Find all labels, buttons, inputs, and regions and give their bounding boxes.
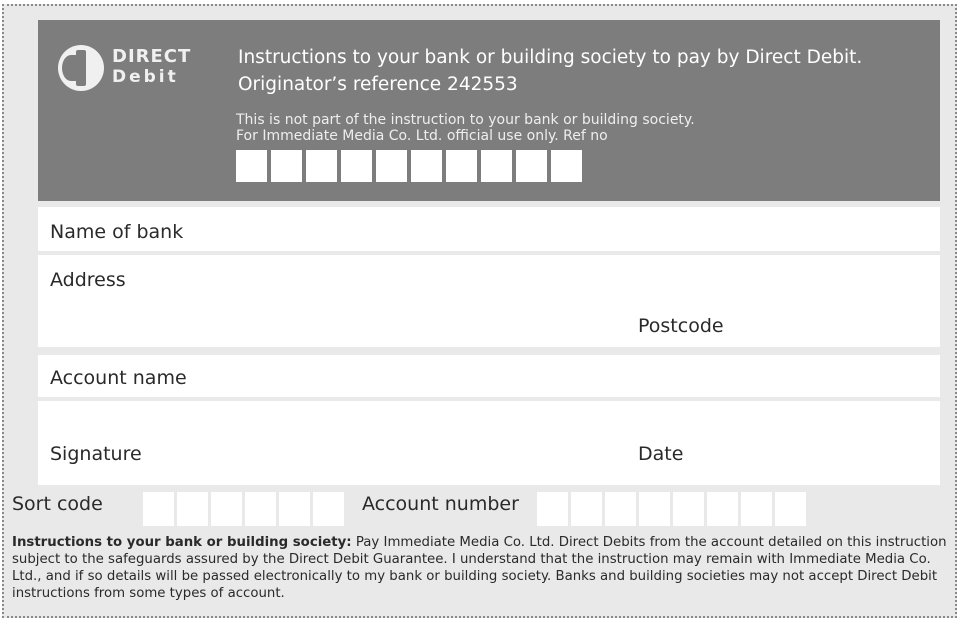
- sort-code-digit-box[interactable]: [143, 492, 174, 526]
- official-use-note-line1: This is not part of the instruction to y…: [236, 112, 695, 128]
- direct-debit-logo: DIRECT Debit: [58, 45, 218, 95]
- ref-no-digit-box[interactable]: [481, 150, 512, 182]
- sort-code-label: Sort code: [12, 493, 103, 515]
- account-name-label: Account name: [50, 367, 187, 389]
- name-of-bank-label: Name of bank: [50, 221, 184, 243]
- official-use-note-line2: For Immediate Media Co. Ltd. official us…: [236, 128, 608, 144]
- direct-debit-form: DIRECT Debit Instructions to your bank o…: [2, 4, 957, 618]
- bank-instructions-heading: Instructions to your bank or building so…: [12, 535, 352, 550]
- direct-debit-logo-icon: [58, 45, 104, 91]
- form-title-line1: Instructions to your bank or building so…: [238, 47, 863, 68]
- logo-line2: Debit: [112, 67, 179, 87]
- account-number-label: Account number: [362, 493, 519, 515]
- date-label: Date: [638, 443, 684, 465]
- account-number-digit-box[interactable]: [741, 492, 772, 526]
- ref-no-digit-box[interactable]: [376, 150, 407, 182]
- sort-code-digit-box[interactable]: [177, 492, 208, 526]
- sort-code-boxes[interactable]: [143, 492, 344, 526]
- ref-no-digit-box[interactable]: [271, 150, 302, 182]
- account-name-field[interactable]: Account name: [38, 355, 940, 397]
- ref-no-digit-box[interactable]: [411, 150, 442, 182]
- name-of-bank-field[interactable]: Name of bank: [38, 207, 940, 251]
- postcode-label: Postcode: [638, 315, 724, 337]
- sort-code-digit-box[interactable]: [313, 492, 344, 526]
- sort-code-digit-box[interactable]: [279, 492, 310, 526]
- logo-line1: DIRECT: [112, 46, 192, 67]
- account-number-digit-box[interactable]: [707, 492, 738, 526]
- address-label: Address: [50, 269, 126, 291]
- sort-code-digit-box[interactable]: [245, 492, 276, 526]
- signature-label: Signature: [50, 443, 142, 465]
- account-number-digit-box[interactable]: [775, 492, 806, 526]
- account-number-digit-box[interactable]: [537, 492, 568, 526]
- official-use-note: This is not part of the instruction to y…: [236, 112, 926, 144]
- signature-date-field[interactable]: Signature Date: [38, 401, 940, 485]
- account-number-digit-box[interactable]: [571, 492, 602, 526]
- account-number-digit-box[interactable]: [673, 492, 704, 526]
- ref-no-digit-box[interactable]: [446, 150, 477, 182]
- direct-debit-logo-text: DIRECT Debit: [112, 46, 222, 88]
- bank-instructions-text: Instructions to your bank or building so…: [12, 534, 952, 602]
- ref-no-digit-box[interactable]: [551, 150, 582, 182]
- ref-no-digit-box[interactable]: [306, 150, 337, 182]
- address-field[interactable]: Address Postcode: [38, 255, 940, 347]
- sort-code-digit-box[interactable]: [211, 492, 242, 526]
- form-title: Instructions to your bank or building so…: [238, 44, 928, 98]
- originator-reference: Originator’s reference 242553: [238, 74, 518, 95]
- ref-no-digit-box[interactable]: [341, 150, 372, 182]
- ref-no-digit-box[interactable]: [516, 150, 547, 182]
- account-number-digit-box[interactable]: [639, 492, 670, 526]
- account-number-digit-box[interactable]: [605, 492, 636, 526]
- account-number-boxes[interactable]: [537, 492, 806, 526]
- form-header: DIRECT Debit Instructions to your bank o…: [38, 20, 940, 201]
- ref-no-digit-box[interactable]: [236, 150, 267, 182]
- ref-no-boxes: [236, 150, 582, 182]
